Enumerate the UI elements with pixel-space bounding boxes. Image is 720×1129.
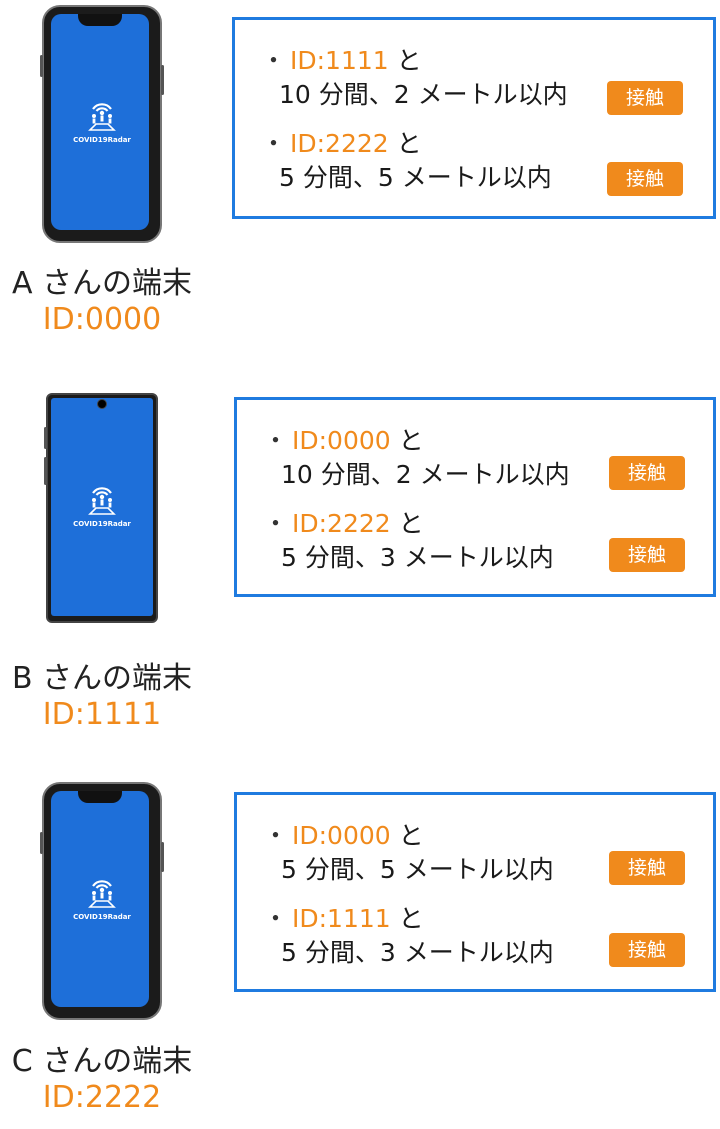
app-logo: COVID19Radar: [72, 481, 132, 528]
contact-id: ID:2222: [290, 129, 389, 158]
contact-box-c: ・ ID:0000 と 5 分間、5 メートル以内 接触 ・ ID:1111 と 5…: [234, 792, 716, 992]
app-logo: COVID19Radar: [72, 874, 132, 921]
contact-suffix: と: [390, 509, 424, 538]
contact-entry: ・ ID:2222 と 5 分間、3 メートル以内: [263, 507, 554, 575]
contact-entry: ・ ID:1111 と 5 分間、3 メートル以内: [263, 902, 554, 970]
contact-badge: 接触: [609, 538, 685, 572]
contact-detail: 5 分間、5 メートル以内: [281, 855, 554, 884]
contact-suffix: と: [388, 129, 422, 158]
contact-badge: 接触: [609, 456, 685, 490]
bullet: ・: [261, 46, 287, 75]
device-name: C さんの端末: [11, 1044, 193, 1079]
contact-id: ID:0000: [292, 426, 391, 455]
contact-entry: ・ ID:0000 と 5 分間、5 メートル以内: [263, 819, 554, 887]
device-id: ID:0000: [42, 302, 162, 337]
app-name: COVID19Radar: [73, 913, 131, 921]
app-name: COVID19Radar: [73, 520, 131, 528]
camera-punch-hole: [97, 399, 107, 409]
contact-id: ID:0000: [292, 821, 391, 850]
contact-detail: 5 分間、3 メートル以内: [281, 543, 554, 572]
radar-people-icon: [88, 880, 116, 908]
radar-people-icon: [88, 103, 116, 131]
contact-id: ID:1111: [290, 46, 389, 75]
contact-box-a: ・ ID:1111 と 10 分間、2 メートル以内 接触 ・ ID:2222 と …: [232, 17, 716, 219]
device-a-phone: COVID19Radar: [40, 5, 164, 243]
device-id: ID:1111: [42, 697, 162, 732]
bullet: ・: [263, 904, 289, 933]
contact-badge: 接触: [609, 933, 685, 967]
side-button: [161, 842, 164, 872]
device-a-label: A さんの端末 ID:0000: [0, 258, 204, 337]
side-button: [161, 65, 164, 95]
contact-detail: 5 分間、5 メートル以内: [279, 163, 552, 192]
radar-people-icon: [88, 487, 116, 515]
contact-suffix: と: [390, 904, 424, 933]
contact-suffix: と: [390, 821, 424, 850]
contact-entry: ・ ID:0000 と 10 分間、2 メートル以内: [263, 424, 570, 492]
side-button: [40, 832, 43, 854]
device-name: A さんの端末: [11, 266, 193, 301]
phone-notch: [78, 14, 122, 26]
contact-id: ID:2222: [292, 509, 391, 538]
contact-detail: 5 分間、3 メートル以内: [281, 938, 554, 967]
phone-notch: [78, 791, 122, 803]
bullet: ・: [263, 821, 289, 850]
contact-suffix: と: [390, 426, 424, 455]
side-button: [40, 55, 43, 77]
app-logo: COVID19Radar: [72, 97, 132, 144]
bullet: ・: [263, 426, 289, 455]
side-button: [44, 457, 47, 485]
device-b-phone: COVID19Radar: [44, 393, 158, 623]
contact-badge: 接触: [607, 162, 683, 196]
device-name: B さんの端末: [11, 661, 193, 696]
device-b-label: B さんの端末 ID:1111: [0, 653, 204, 732]
contact-badge: 接触: [609, 851, 685, 885]
contact-detail: 10 分間、2 メートル以内: [281, 460, 570, 489]
app-name: COVID19Radar: [73, 136, 131, 144]
contact-id: ID:1111: [292, 904, 391, 933]
bullet: ・: [263, 509, 289, 538]
contact-entry: ・ ID:1111 と 10 分間、2 メートル以内: [261, 44, 568, 112]
contact-suffix: と: [388, 46, 422, 75]
device-c-label: C さんの端末 ID:2222: [0, 1036, 204, 1115]
side-button: [44, 427, 47, 449]
device-id: ID:2222: [42, 1080, 162, 1115]
bullet: ・: [261, 129, 287, 158]
contact-entry: ・ ID:2222 と 5 分間、5 メートル以内: [261, 127, 552, 195]
contact-badge: 接触: [607, 81, 683, 115]
device-c-phone: COVID19Radar: [40, 782, 164, 1020]
contact-detail: 10 分間、2 メートル以内: [279, 80, 568, 109]
contact-box-b: ・ ID:0000 と 10 分間、2 メートル以内 接触 ・ ID:2222 と …: [234, 397, 716, 597]
